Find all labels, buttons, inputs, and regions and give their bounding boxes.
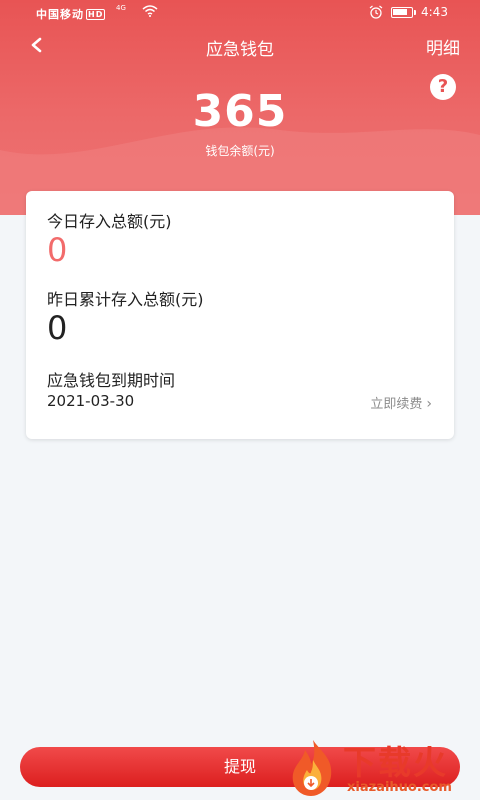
page-title: 应急钱包: [206, 40, 274, 60]
watermark-logo: 下载火 xiazaihuo.com: [281, 736, 480, 800]
battery-icon: [391, 7, 413, 18]
battery-tip: [414, 10, 416, 15]
network-type: 4G: [116, 4, 126, 12]
watermark-text: 下载火: [343, 743, 448, 782]
battery-level: [393, 9, 407, 15]
renew-link[interactable]: 立即续费 ›: [370, 393, 432, 412]
wifi-icon: [142, 5, 158, 17]
flame-logo-icon: [292, 740, 332, 796]
hd-badge: HD: [86, 9, 106, 20]
expire-date: 2021-03-30: [47, 392, 135, 410]
yesterday-deposit-label: 昨日累计存入总额(元): [47, 290, 204, 309]
carrier-name: 中国移动 HD: [36, 8, 106, 21]
wallet-balance-label: 钱包余额(元): [205, 144, 275, 158]
today-deposit-value: 0: [47, 231, 68, 269]
yesterday-deposit-value: 0: [47, 309, 68, 347]
alarm-icon: [369, 5, 383, 19]
renew-label: 立即续费: [370, 397, 423, 412]
wallet-balance: 365: [192, 86, 288, 137]
watermark-url: xiazaihuo.com: [347, 780, 452, 795]
clock: 4:43: [421, 5, 448, 19]
expire-time-label: 应急钱包到期时间: [47, 371, 176, 390]
today-deposit-label: 今日存入总额(元): [47, 212, 172, 231]
detail-link[interactable]: 明细: [426, 34, 460, 59]
chevron-right-icon: ›: [426, 396, 432, 412]
status-bar: 中国移动 HD 4G 4:43: [0, 0, 480, 26]
wallet-info-card: 今日存入总额(元) 0 昨日累计存入总额(元) 0 应急钱包到期时间 2021-…: [26, 191, 454, 439]
